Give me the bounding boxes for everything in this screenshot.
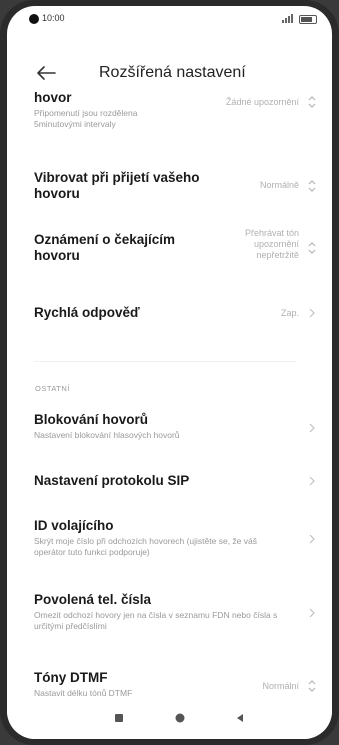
row-subtitle: Omezit odchozí hovory jen na čísla v sez… (34, 610, 278, 631)
header: Rozšířená nastavení (7, 56, 332, 88)
chevron-right-icon (309, 534, 315, 544)
setting-row-sip[interactable]: Nastavení protokolu SIP (34, 473, 319, 489)
row-value: Žádné upozornění (225, 97, 299, 107)
row-title: Nastavení protokolu SIP (34, 473, 190, 488)
battery-icon (299, 15, 317, 24)
row-title: hovor (34, 90, 72, 105)
row-subtitle: Skrýt moje číslo při odchozích hovorech … (34, 536, 257, 557)
updown-icon (308, 242, 316, 254)
row-title: Rychlá odpověď (34, 305, 140, 320)
chevron-right-icon (309, 423, 315, 433)
row-value: Normální (262, 681, 299, 691)
setting-row-call-blocking[interactable]: Blokování hovorů Nastavení blokování hla… (34, 412, 319, 441)
setting-row-call-reminder[interactable]: hovor Připomenutí jsou rozdělena 5minuto… (34, 90, 319, 130)
divider (34, 361, 296, 362)
setting-row-quick-reply[interactable]: Rychlá odpověď Zap. (34, 305, 319, 321)
back-icon[interactable] (235, 713, 245, 723)
row-title: Povolená tel. čísla (34, 592, 152, 607)
setting-row-call-waiting[interactable]: Oznámení o čekajícím hovoru Přehrávat tó… (34, 228, 319, 264)
chevron-right-icon (309, 476, 315, 486)
chevron-right-icon (309, 608, 315, 618)
home-icon[interactable] (174, 712, 186, 724)
row-subtitle: Nastavit délku tónů DTMF (34, 688, 133, 698)
page-title: Rozšířená nastavení (99, 64, 246, 81)
row-title: ID volajícího (34, 518, 114, 533)
chevron-right-icon (309, 308, 315, 318)
row-title: Tóny DTMF (34, 670, 108, 685)
status-bar: 10:00 (7, 6, 332, 30)
setting-row-dtmf[interactable]: Tóny DTMF Nastavit délku tónů DTMF Normá… (34, 670, 319, 699)
signal-icon (282, 14, 293, 23)
row-title: Oznámení o čekajícím hovoru (34, 232, 176, 263)
updown-icon (308, 96, 316, 108)
row-title: Blokování hovorů (34, 412, 149, 427)
status-time: 10:00 (42, 13, 65, 23)
navigation-bar (7, 701, 332, 739)
phone-frame: 10:00 Rozšířená nastavení hovor Připomen… (0, 0, 339, 745)
setting-row-caller-id[interactable]: ID volajícího Skrýt moje číslo při odcho… (34, 518, 319, 558)
updown-icon (308, 180, 316, 192)
back-arrow-icon[interactable] (35, 64, 57, 82)
row-value: Normálně (259, 180, 299, 190)
row-title: Vibrovat při přijetí vašeho hovoru (34, 170, 200, 201)
updown-icon (308, 680, 316, 692)
row-subtitle: Nastavení blokování hlasových hovorů (34, 430, 180, 440)
setting-row-fdn[interactable]: Povolená tel. čísla Omezit odchozí hovor… (34, 592, 319, 632)
setting-row-vibrate[interactable]: Vibrovat při přijetí vašeho hovoru Normá… (34, 170, 319, 202)
camera-icon (29, 14, 39, 24)
row-value: Přehrávat tón upozornění nepřetržitě (244, 228, 299, 260)
screen: 10:00 Rozšířená nastavení hovor Připomen… (7, 6, 332, 739)
recents-icon[interactable] (114, 713, 124, 723)
section-label-other: OSTATNÍ (35, 384, 70, 393)
row-subtitle: Připomenutí jsou rozdělena 5minutovými i… (34, 108, 138, 129)
row-value: Zap. (280, 308, 299, 318)
